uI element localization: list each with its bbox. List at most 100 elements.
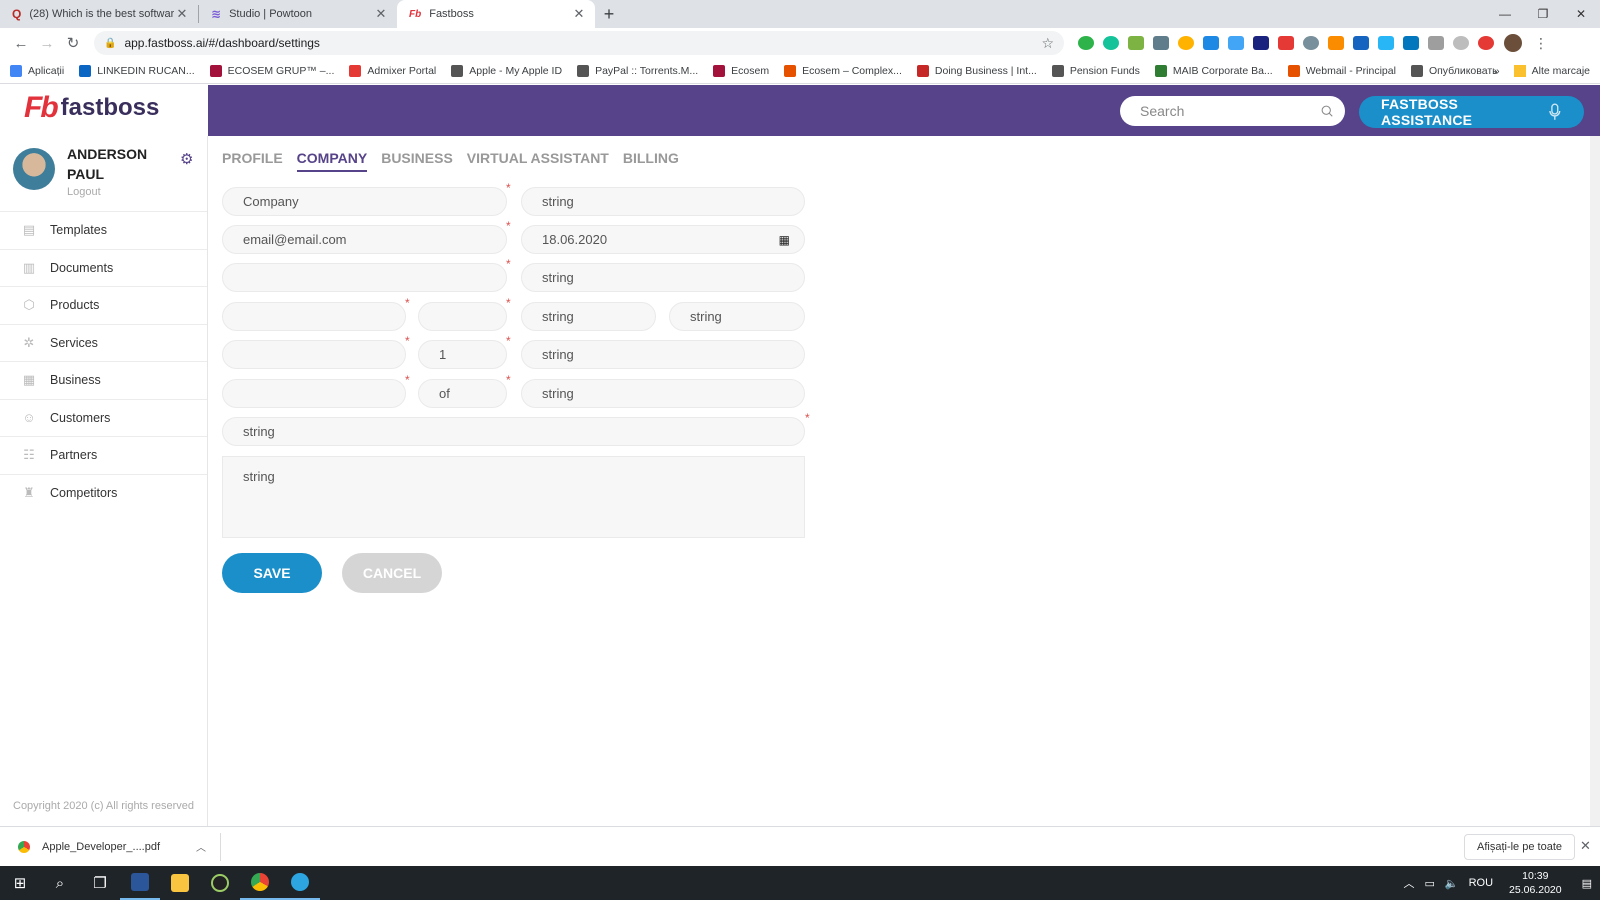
extension-icon[interactable] <box>1378 36 1394 50</box>
text-field[interactable] <box>222 379 406 408</box>
extension-icon[interactable] <box>1178 36 1194 50</box>
bookmark-item[interactable]: Опубликовать <box>1410 64 1498 77</box>
volume-icon[interactable]: 🔈 <box>1445 877 1459 890</box>
sidebar-item-competitors[interactable]: ♜ Competitors <box>0 473 207 512</box>
close-tab-icon[interactable]: ✕ <box>174 6 190 22</box>
text-input[interactable] <box>690 309 804 324</box>
text-field-wide[interactable] <box>222 417 805 446</box>
close-window-icon[interactable]: ✕ <box>1562 0 1600 28</box>
text-input[interactable] <box>243 309 405 324</box>
sidebar-item-services[interactable]: ✲ Services <box>0 323 207 362</box>
extension-icon[interactable] <box>1403 36 1419 50</box>
profile-avatar[interactable] <box>1504 34 1522 52</box>
extension-icon[interactable] <box>1478 36 1494 50</box>
extension-icon[interactable] <box>1428 36 1444 50</box>
text-input[interactable] <box>243 386 405 401</box>
description-textarea[interactable]: string <box>222 456 805 538</box>
app-icon[interactable] <box>200 866 240 900</box>
download-item[interactable]: Apple_Developer_....pdf <box>42 841 160 853</box>
notifications-icon[interactable]: ▤ <box>1582 877 1592 890</box>
sidebar-item-products[interactable]: ⬡ Products <box>0 286 207 324</box>
reload-icon[interactable]: ↻ <box>60 34 86 52</box>
text-field[interactable] <box>222 302 406 331</box>
chevron-up-icon[interactable]: ︿ <box>1403 875 1414 891</box>
bookmark-item[interactable]: PayPal :: Torrents.M... <box>577 64 698 77</box>
text-input[interactable] <box>542 309 655 324</box>
bookmark-item[interactable]: LINKEDIN RUCAN... <box>79 64 195 77</box>
text-field[interactable] <box>521 302 656 331</box>
sidebar-item-business[interactable]: ▦ Business <box>0 361 207 399</box>
chevron-up-icon[interactable]: ︿ <box>196 839 206 854</box>
extension-icon[interactable] <box>1328 36 1344 50</box>
date-field[interactable]: 18.06.2020 ▦ <box>521 225 805 254</box>
bookmark-item[interactable]: MAIB Corporate Ba... <box>1154 64 1273 77</box>
company-input[interactable] <box>243 194 506 209</box>
text-input[interactable] <box>542 270 804 285</box>
search-icon[interactable] <box>1321 103 1333 119</box>
browser-tab-powtoon[interactable]: ≋ Studio | Powtoon ✕ <box>199 0 397 28</box>
text-input[interactable] <box>243 270 506 285</box>
show-all-downloads-button[interactable]: Afișați-le pe toate <box>1464 834 1575 860</box>
grammarly-icon[interactable] <box>1103 36 1119 50</box>
back-icon[interactable]: ← <box>8 35 34 52</box>
close-tab-icon[interactable]: ✕ <box>373 6 389 22</box>
browser-tab-quora[interactable]: Q (28) Which is the best software to ✕ <box>0 0 198 28</box>
extension-icon[interactable] <box>1278 36 1294 50</box>
text-field[interactable] <box>222 263 507 292</box>
text-field[interactable] <box>222 340 406 369</box>
task-view-icon[interactable]: ❐ <box>80 866 120 900</box>
sidebar-item-documents[interactable]: ▥ Documents <box>0 248 207 287</box>
company-detail-field[interactable] <box>521 187 805 216</box>
language-indicator[interactable]: ROU <box>1469 877 1493 889</box>
text-input[interactable] <box>542 194 804 209</box>
bookmark-item[interactable]: Admixer Portal <box>349 64 436 77</box>
close-icon[interactable]: ✕ <box>1580 838 1591 854</box>
extension-icon[interactable] <box>1128 36 1144 50</box>
number-field[interactable] <box>418 340 507 369</box>
bookmark-item[interactable]: Apple - My Apple ID <box>451 64 562 77</box>
gear-icon[interactable]: ⚙ <box>180 150 193 168</box>
tab-virtual-assistant[interactable]: VIRTUAL ASSISTANT <box>467 150 609 172</box>
clock[interactable]: 10:39 25.06.2020 <box>1509 869 1562 897</box>
sidebar-item-customers[interactable]: ☺ Customers <box>0 398 207 437</box>
chevron-right-icon[interactable]: » <box>1494 65 1500 77</box>
browser-tab-fastboss[interactable]: Fb Fastboss ✕ <box>397 0 595 28</box>
tab-business[interactable]: BUSINESS <box>381 150 453 172</box>
bookmark-item[interactable]: Ecosem – Complex... <box>784 64 902 77</box>
text-input[interactable] <box>542 386 804 401</box>
text-field[interactable] <box>418 379 507 408</box>
restore-icon[interactable]: ❐ <box>1524 0 1562 28</box>
fastboss-logo[interactable]: Fb fastboss <box>24 90 159 126</box>
sidebar-item-partners[interactable]: ☷ Partners <box>0 436 207 474</box>
calendar-icon[interactable]: ▦ <box>779 233 790 247</box>
text-field[interactable] <box>669 302 805 331</box>
bookmark-item[interactable]: Aplicații <box>10 64 64 77</box>
tab-profile[interactable]: PROFILE <box>222 150 283 172</box>
text-input[interactable] <box>439 309 506 324</box>
search-icon[interactable]: ⌕ <box>40 866 80 900</box>
avatar[interactable] <box>13 148 55 190</box>
email-input[interactable] <box>243 232 506 247</box>
other-bookmarks[interactable]: Alte marcaje <box>1532 65 1590 77</box>
logout-link[interactable]: Logout <box>67 186 157 198</box>
text-input[interactable] <box>542 347 804 362</box>
fastboss-assistance-button[interactable]: FASTBOSS ASSISTANCE <box>1359 96 1584 128</box>
extension-icon[interactable] <box>1203 36 1219 50</box>
extension-icon[interactable] <box>1353 36 1369 50</box>
browser-menu-icon[interactable]: ⋮ <box>1534 35 1548 52</box>
bookmark-item[interactable]: Doing Business | Int... <box>916 64 1037 77</box>
network-icon[interactable]: ▭ <box>1424 877 1434 890</box>
new-tab-icon[interactable]: + <box>595 0 623 28</box>
extension-icon[interactable] <box>1253 36 1269 50</box>
text-field[interactable] <box>521 340 805 369</box>
extension-icon[interactable] <box>1078 36 1094 50</box>
tab-company[interactable]: COMPANY <box>296 150 368 172</box>
bookmark-item[interactable]: ECOSEM GRUP™ –... <box>209 64 334 77</box>
save-button[interactable]: SAVE <box>222 553 322 593</box>
extension-icon[interactable] <box>1303 36 1319 50</box>
number-input[interactable] <box>439 347 506 362</box>
text-field[interactable] <box>521 263 805 292</box>
search-input[interactable] <box>1140 103 1321 119</box>
company-field[interactable] <box>222 187 507 216</box>
chrome-icon[interactable] <box>240 866 280 900</box>
